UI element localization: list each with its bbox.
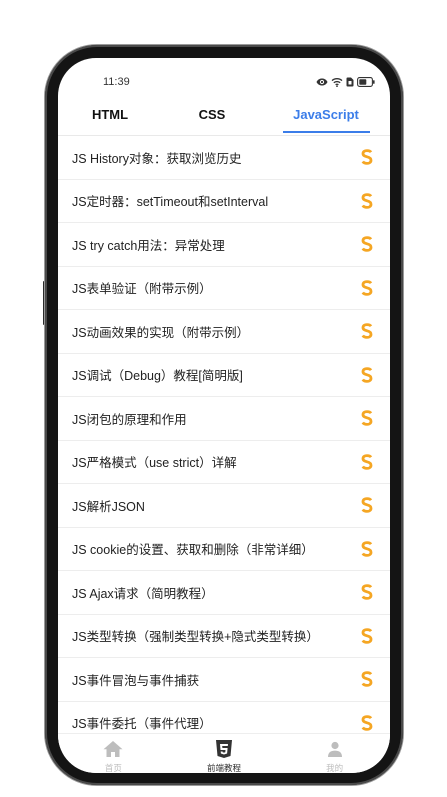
list-item-title: JS解析JSON xyxy=(72,499,145,514)
s-icon xyxy=(361,453,373,470)
tab-css[interactable]: CSS xyxy=(162,107,262,123)
s-icon xyxy=(361,584,373,601)
person-icon-wrap xyxy=(327,739,343,759)
list-item-title: JS动画效果的实现（附带示例） xyxy=(72,325,250,340)
wifi-icon xyxy=(331,78,343,87)
s-icon xyxy=(361,366,373,383)
list-item-title: JS History对象：获取浏览历史 xyxy=(72,151,242,166)
list-item[interactable]: JS类型转换（强制类型转换+隐式类型转换） xyxy=(58,615,390,658)
list-item-title: JS try catch用法：异常处理 xyxy=(72,238,225,253)
s-icon xyxy=(361,149,373,166)
home-icon xyxy=(103,741,123,757)
s-icon xyxy=(361,192,373,209)
list-item-title: JS表单验证（附带示例） xyxy=(72,282,212,297)
list-item-title: JS Ajax请求（简明教程） xyxy=(72,586,214,601)
nav-item-home[interactable]: 首页 xyxy=(58,734,169,773)
home-icon-wrap xyxy=(103,739,124,759)
sim-icon xyxy=(346,77,354,87)
s-icon xyxy=(361,236,373,253)
list-item[interactable]: JS动画效果的实现（附带示例） xyxy=(58,310,390,354)
app-screen: 11:39 HTML CSS JavaScript JS History对象：获… xyxy=(58,58,390,773)
html5-icon-wrap xyxy=(215,739,233,759)
list-item-title: JS严格模式（use strict）详解 xyxy=(72,456,237,471)
list-item[interactable]: JS事件冒泡与事件捕获 xyxy=(58,658,390,702)
list-item-title: JS事件委托（事件代理） xyxy=(72,717,212,732)
list-item-title: JS类型转换（强制类型转换+隐式类型转换） xyxy=(72,630,319,645)
status-icons xyxy=(316,76,375,88)
phone-frame: 11:39 HTML CSS JavaScript JS History对象：获… xyxy=(45,45,403,785)
list-item-title: JS闭包的原理和作用 xyxy=(72,412,187,427)
active-tab-indicator xyxy=(283,131,370,133)
person-icon xyxy=(327,741,342,757)
list-item[interactable]: JS表单验证（附带示例） xyxy=(58,267,390,310)
list-item[interactable]: JS try catch用法：异常处理 xyxy=(58,223,390,267)
s-icon xyxy=(361,671,373,688)
list-item[interactable]: JS事件委托（事件代理） xyxy=(58,702,390,734)
list-item-title: JS调试（Debug）教程[简明版] xyxy=(72,369,243,384)
list-item-title: JS cookie的设置、获取和删除（非常详细） xyxy=(72,543,314,558)
html5-icon xyxy=(216,740,232,758)
tab-javascript[interactable]: JavaScript xyxy=(276,107,376,123)
list-item-title: JS事件冒泡与事件捕获 xyxy=(72,673,200,688)
list-item[interactable]: JS闭包的原理和作用 xyxy=(58,397,390,441)
eye-icon xyxy=(316,78,328,86)
list-item-title: JS定时器：setTimeout和setInterval xyxy=(72,195,269,210)
s-icon xyxy=(361,497,373,514)
bottom-nav: 首页 前端教程 我的 xyxy=(58,733,390,773)
nav-item-tutorials[interactable]: 前端教程 xyxy=(169,734,280,773)
s-icon xyxy=(361,410,373,427)
list-item[interactable]: JS cookie的设置、获取和删除（非常详细） xyxy=(58,528,390,571)
list-item[interactable]: JS定时器：setTimeout和setInterval xyxy=(58,180,390,223)
list-item[interactable]: JS History对象：获取浏览历史 xyxy=(58,136,390,180)
nav-label-tutorials: 前端教程 xyxy=(207,763,242,773)
s-icon xyxy=(361,323,373,340)
list-item[interactable]: JS严格模式（use strict）详解 xyxy=(58,441,390,484)
battery-icon xyxy=(357,77,375,87)
list-item[interactable]: JS Ajax请求（简明教程） xyxy=(58,571,390,615)
article-list[interactable]: JS History对象：获取浏览历史 JS定时器：setTimeout和set… xyxy=(58,135,390,733)
status-time: 11:39 xyxy=(103,76,130,88)
list-item[interactable]: JS调试（Debug）教程[简明版] xyxy=(58,354,390,397)
list-item[interactable]: JS解析JSON xyxy=(58,484,390,528)
nav-label-profile: 我的 xyxy=(326,763,344,773)
s-icon xyxy=(361,279,373,296)
s-icon xyxy=(361,540,373,557)
nav-item-profile[interactable]: 我的 xyxy=(279,734,390,773)
nav-label-home: 首页 xyxy=(104,763,122,773)
tab-html[interactable]: HTML xyxy=(60,107,160,123)
s-icon xyxy=(361,627,373,644)
s-icon xyxy=(361,714,373,731)
